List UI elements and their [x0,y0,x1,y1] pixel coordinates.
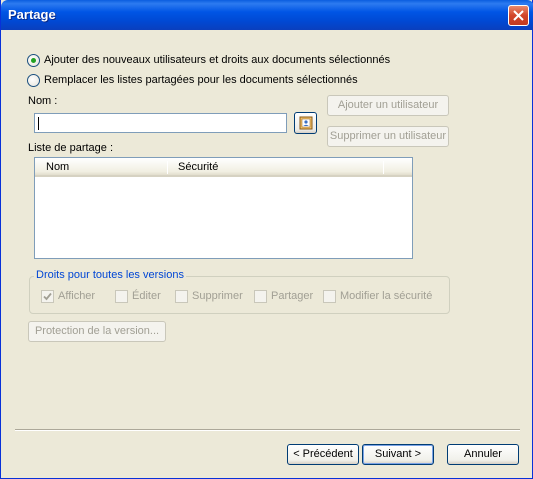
replace-lists-label: Remplacer les listes partagées pour les … [44,74,358,86]
modify-security-checkbox[interactable] [323,289,336,303]
delete-checkbox[interactable] [175,289,188,303]
view-label: Afficher [58,290,96,302]
add-users-label: Ajouter des nouveaux utilisateurs et dro… [44,54,391,66]
next-button[interactable]: Suivant > [362,444,434,465]
view-checkbox[interactable] [41,289,54,303]
close-icon [513,10,524,21]
right-edit[interactable]: Éditer [115,289,161,303]
add-users-radio[interactable] [27,53,40,67]
modify-security-label: Modifier la sécurité [340,290,433,302]
share-label: Partager [271,290,314,302]
sharing-dialog: Partage Ajouter des nouveaux utilisateur… [0,0,533,479]
replace-lists-radio[interactable] [27,73,40,87]
share-list-label: Liste de partage : [28,142,114,154]
add-user-button[interactable]: Ajouter un utilisateur [327,95,449,116]
address-book-icon [299,116,313,130]
name-input[interactable] [34,113,287,133]
option-add-users[interactable]: Ajouter des nouveaux utilisateurs et dro… [27,52,390,68]
right-share[interactable]: Partager [254,289,313,303]
column-divider[interactable] [383,161,384,174]
version-protection-button[interactable]: Protection de la version... [28,321,166,342]
right-delete[interactable]: Supprimer [175,289,243,303]
option-replace-lists[interactable]: Remplacer les listes partagées pour les … [27,72,358,88]
share-list-header: Nom Sécurité [35,158,412,177]
right-modify-security[interactable]: Modifier la sécurité [323,289,432,303]
column-name[interactable]: Nom [46,161,69,173]
window-title: Partage [8,7,56,22]
close-button[interactable] [508,5,529,26]
title-bar[interactable]: Partage [1,0,533,30]
rights-group-label: Droits pour toutes les versions [34,269,186,281]
previous-button[interactable]: < Précédent [287,444,359,465]
address-book-button[interactable] [294,112,317,134]
right-view[interactable]: Afficher [41,289,95,303]
divider [15,429,520,431]
cancel-button[interactable]: Annuler [447,444,519,465]
name-label: Nom : [28,95,58,107]
column-divider[interactable] [167,161,168,174]
edit-label: Éditer [132,290,161,302]
checkmark-icon [43,292,52,300]
share-checkbox[interactable] [254,289,267,303]
remove-user-button[interactable]: Supprimer un utilisateur [327,126,449,147]
edit-checkbox[interactable] [115,289,128,303]
text-caret [38,117,39,130]
column-security[interactable]: Sécurité [178,161,218,173]
share-list[interactable]: Nom Sécurité [34,157,413,259]
delete-label: Supprimer [192,290,243,302]
